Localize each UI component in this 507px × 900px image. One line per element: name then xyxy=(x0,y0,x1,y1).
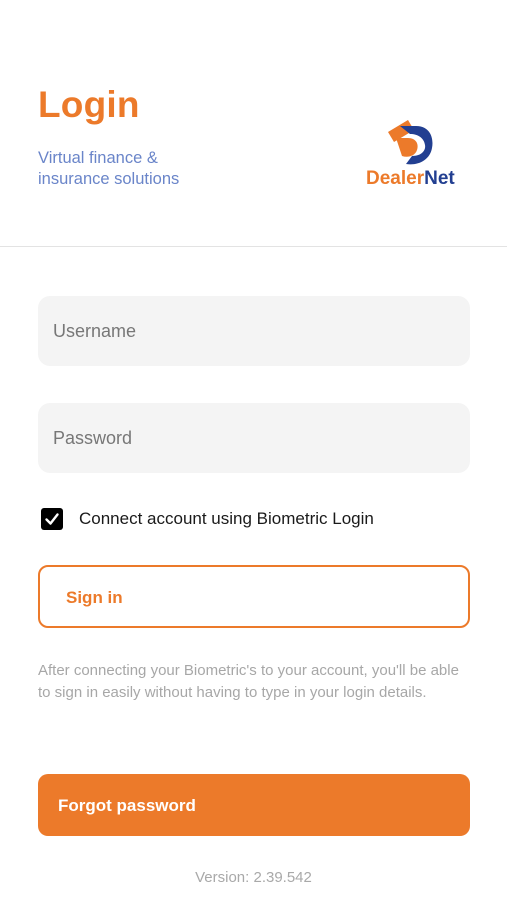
sign-in-button[interactable]: Sign in xyxy=(38,565,470,628)
checkmark-icon xyxy=(45,513,59,525)
dealernet-logo-icon xyxy=(388,120,433,165)
biometric-checkbox[interactable] xyxy=(41,508,63,530)
forgot-password-button[interactable]: Forgot password xyxy=(38,774,470,836)
login-header: Login Virtual finance & insurance soluti… xyxy=(0,0,507,247)
password-input[interactable] xyxy=(38,403,470,473)
page-subtitle: Virtual finance & insurance solutions xyxy=(38,148,238,190)
logo-wordmark: DealerNet xyxy=(366,168,455,190)
biometric-info-text: After connecting your Biometric's to you… xyxy=(38,662,459,701)
biometric-option[interactable]: Connect account using Biometric Login xyxy=(41,507,374,531)
subtitle-line-1: Virtual finance & xyxy=(38,149,158,167)
version-label: Version: 2.39.542 xyxy=(195,869,312,886)
sign-in-label: Sign in xyxy=(66,588,123,607)
forgot-password-label: Forgot password xyxy=(58,796,196,815)
dealernet-logo: DealerNet xyxy=(362,118,472,192)
logo-text-dealer: Dealer xyxy=(366,168,425,189)
biometric-label: Connect account using Biometric Login xyxy=(79,509,374,528)
logo-text-net: Net xyxy=(424,168,455,189)
username-input[interactable] xyxy=(38,296,470,366)
subtitle-line-2: insurance solutions xyxy=(38,170,180,188)
page-title: Login xyxy=(38,84,140,125)
